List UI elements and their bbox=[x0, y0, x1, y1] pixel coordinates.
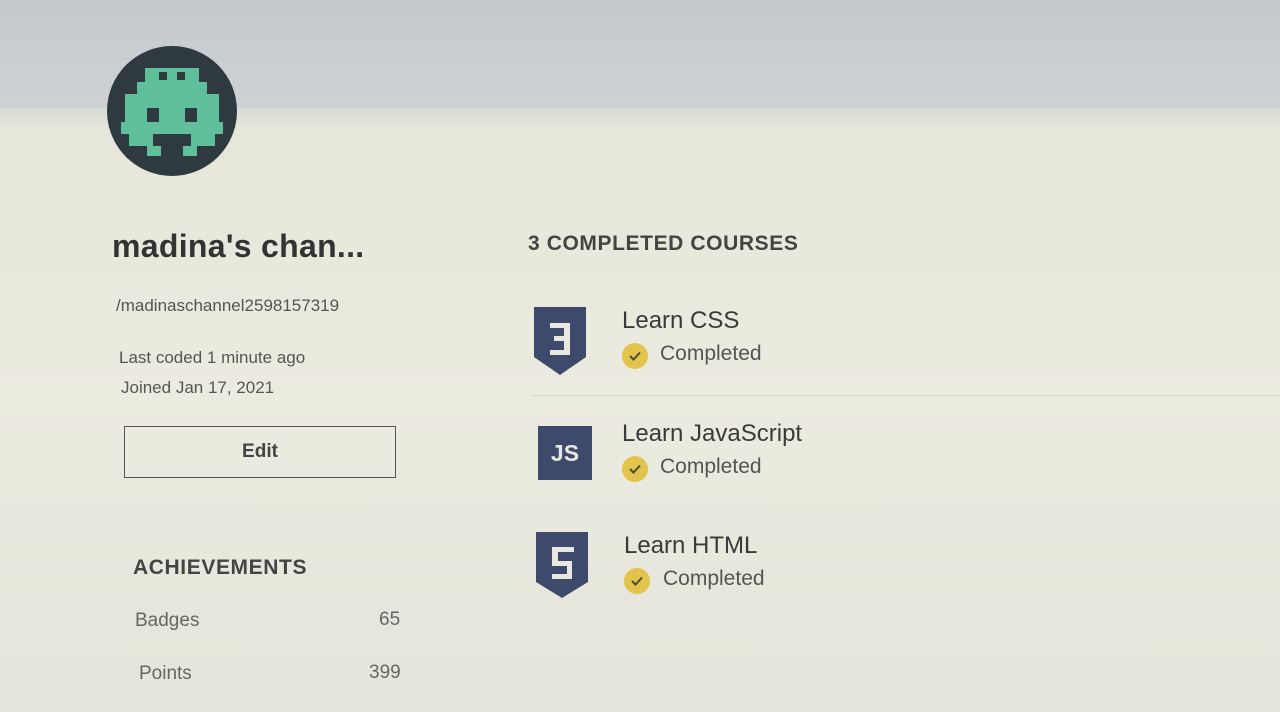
check-icon bbox=[622, 456, 648, 482]
course-title[interactable]: Learn CSS bbox=[622, 307, 739, 335]
joined-date-text: Joined Jan 17, 2021 bbox=[121, 378, 275, 397]
edit-profile-button[interactable]: Edit bbox=[124, 426, 396, 478]
course-title[interactable]: Learn HTML bbox=[624, 532, 757, 560]
course-status: Completed bbox=[660, 342, 762, 365]
achievements-heading: ACHIEVEMENTS bbox=[133, 556, 308, 579]
course-title[interactable]: Learn JavaScript bbox=[622, 420, 802, 448]
css3-shield-icon bbox=[534, 307, 586, 375]
js-badge-icon: JS bbox=[538, 426, 592, 480]
pixel-alien-icon bbox=[121, 68, 223, 156]
check-icon bbox=[622, 343, 648, 369]
check-icon bbox=[624, 568, 650, 594]
badges-label: Badges bbox=[135, 610, 200, 631]
js-badge-text: JS bbox=[550, 439, 580, 466]
completed-courses-heading: 3 COMPLETED COURSES bbox=[528, 232, 799, 255]
profile-handle: /madinaschannel2598157319 bbox=[116, 296, 340, 315]
points-value: 399 bbox=[369, 662, 401, 683]
html5-shield-icon bbox=[536, 532, 588, 598]
course-item-javascript[interactable]: JS Learn JavaScript Completed bbox=[532, 420, 1280, 520]
course-divider bbox=[532, 395, 1280, 396]
avatar[interactable] bbox=[107, 46, 237, 176]
course-status: Completed bbox=[660, 455, 762, 478]
last-coded-text: Last coded 1 minute ago bbox=[119, 348, 306, 367]
points-label: Points bbox=[139, 663, 192, 684]
course-item-css[interactable]: Learn CSS Completed bbox=[532, 307, 1280, 407]
course-status: Completed bbox=[663, 567, 765, 590]
badges-value: 65 bbox=[379, 609, 401, 630]
course-item-html[interactable]: Learn HTML Completed bbox=[532, 532, 1280, 632]
page-title: madina's chan... bbox=[112, 228, 365, 264]
